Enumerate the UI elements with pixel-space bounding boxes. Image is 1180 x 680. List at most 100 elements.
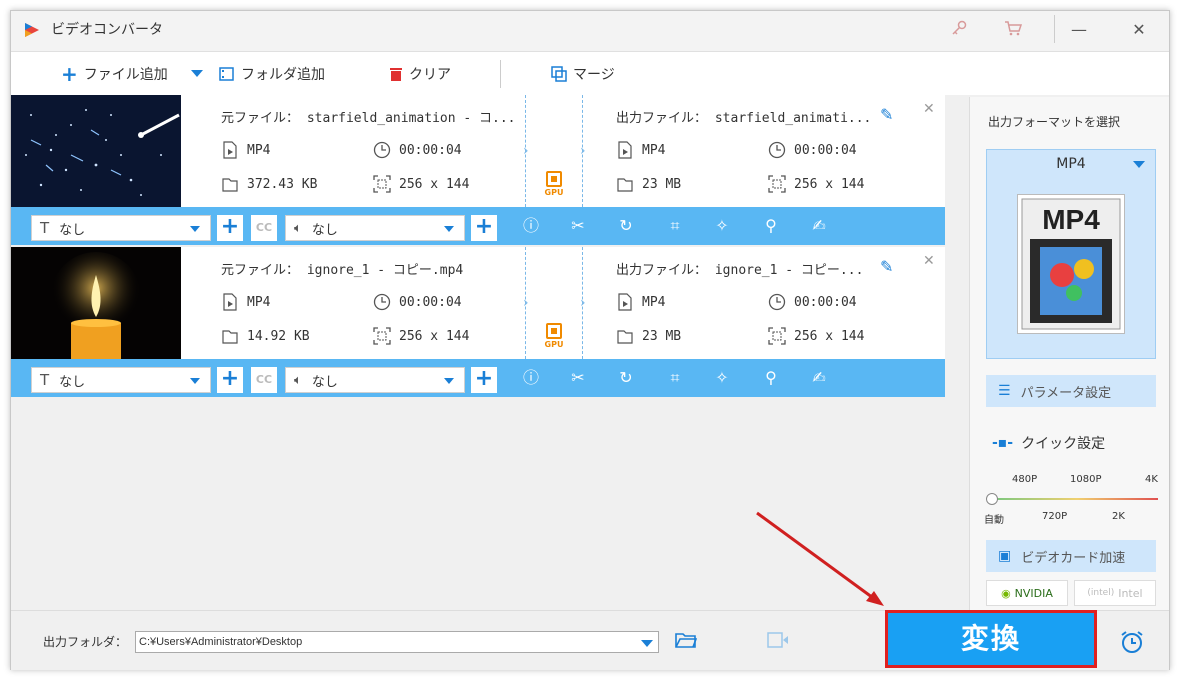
convert-button[interactable]: 変換 xyxy=(885,610,1097,668)
app-window: ビデオコンバータ — ✕ + ファイル追加 フォルダ追加 クリア マージ 元ファ… xyxy=(10,10,1170,670)
rotate-icon[interactable]: ↻ xyxy=(616,216,636,236)
intel-badge[interactable]: (intel) Intel xyxy=(1074,580,1156,606)
close-button[interactable]: ✕ xyxy=(1119,15,1159,45)
speaker-icon: 🔈︎ xyxy=(294,372,302,388)
tick-480p: 480P xyxy=(1012,474,1038,485)
alarm-clock-icon[interactable] xyxy=(1119,629,1145,655)
edit-pencil-icon[interactable]: ✎ xyxy=(880,105,893,124)
output-file-title: 出力ファイル： starfield_animati... xyxy=(616,111,872,126)
arrow-right-icon: › xyxy=(523,143,529,159)
info-icon[interactable]: ⓘ xyxy=(521,368,541,388)
source-size: 372.43 KB xyxy=(221,175,317,193)
quality-slider-track[interactable] xyxy=(996,498,1158,500)
arrow-right-icon: › xyxy=(580,295,586,311)
cc-icon[interactable]: CC xyxy=(251,367,277,393)
output-format: MP4 xyxy=(616,141,665,159)
video-file-icon xyxy=(223,141,237,159)
source-format: MP4 xyxy=(221,293,270,311)
cc-icon[interactable]: CC xyxy=(251,215,277,241)
tick-4k: 4K xyxy=(1145,474,1158,485)
video-thumbnail xyxy=(11,95,181,207)
nvidia-label: NVIDIA xyxy=(1014,586,1053,600)
add-audio-button[interactable]: + xyxy=(471,367,497,393)
text-icon: T xyxy=(40,371,50,389)
app-title: ビデオコンバータ xyxy=(51,22,163,38)
add-file-label: ファイル追加 xyxy=(83,67,168,83)
audio-select[interactable]: 🔈︎ なし xyxy=(285,215,465,241)
close-icon[interactable]: ✕ xyxy=(923,101,935,117)
tick-1080p: 1080P xyxy=(1070,474,1102,485)
add-folder-button[interactable]: フォルダ追加 xyxy=(219,64,325,84)
effects-wand-icon[interactable]: ✧ xyxy=(712,368,732,388)
merge-label: マージ xyxy=(573,67,615,83)
app-logo-icon xyxy=(25,23,39,37)
scissors-icon[interactable]: ✂ xyxy=(568,368,588,388)
output-duration: 00:00:04 xyxy=(768,293,857,311)
add-subtitle-button[interactable]: + xyxy=(217,215,243,241)
gpu-icon: GPU xyxy=(542,323,566,349)
chevron-down-icon[interactable] xyxy=(641,640,653,647)
slider-icon: -▪- xyxy=(992,435,1014,451)
arrow-right-icon: › xyxy=(523,295,529,311)
watermark-stamp-icon[interactable]: ⚲ xyxy=(761,216,781,236)
chip-icon: ▣ xyxy=(998,548,1012,564)
rotate-icon[interactable]: ↻ xyxy=(616,368,636,388)
resolution-icon xyxy=(768,175,786,193)
file-size-icon xyxy=(222,178,238,192)
merge-button[interactable]: マージ xyxy=(551,64,615,84)
effects-wand-icon[interactable]: ✧ xyxy=(712,216,732,236)
minimize-button[interactable]: — xyxy=(1059,15,1099,45)
scissors-icon[interactable]: ✂ xyxy=(568,216,588,236)
close-icon[interactable]: ✕ xyxy=(923,253,935,269)
format-selector[interactable]: MP4 MP4 xyxy=(986,149,1156,359)
parameter-settings-button[interactable]: ☰ パラメータ設定 xyxy=(986,375,1156,407)
nvidia-badge[interactable]: ◉ NVIDIA xyxy=(986,580,1068,606)
add-subtitle-button[interactable]: + xyxy=(217,367,243,393)
add-audio-button[interactable]: + xyxy=(471,215,497,241)
subtitle-select[interactable]: T なし xyxy=(31,367,211,393)
output-size: 23 MB xyxy=(616,327,681,345)
edit-subtitle-icon[interactable]: ✍ xyxy=(809,216,829,236)
merge-output-icon[interactable] xyxy=(767,631,791,653)
merge-icon xyxy=(551,66,567,82)
add-file-button[interactable]: + ファイル追加 xyxy=(61,64,168,84)
quality-slider-handle[interactable] xyxy=(986,493,998,505)
audio-select[interactable]: 🔈︎ なし xyxy=(285,367,465,393)
output-duration: 00:00:04 xyxy=(768,141,857,159)
source-resolution: 256 x 144 xyxy=(373,175,469,193)
title-separator xyxy=(1054,15,1055,43)
format-name: MP4 xyxy=(1056,156,1086,172)
task-item[interactable]: 元ファイル： ignore_1 - コピー.mp4 MP4 00:00:04 1… xyxy=(11,247,945,397)
task-list: 元ファイル： starfield_animation - コ... MP4 00… xyxy=(11,95,961,610)
chevron-down-icon xyxy=(190,378,200,384)
info-icon[interactable]: ⓘ xyxy=(521,216,541,236)
add-folder-label: フォルダ追加 xyxy=(241,67,325,83)
edit-subtitle-icon[interactable]: ✍ xyxy=(809,368,829,388)
clock-icon xyxy=(768,293,786,311)
watermark-stamp-icon[interactable]: ⚲ xyxy=(761,368,781,388)
subtitle-select[interactable]: T なし xyxy=(31,215,211,241)
edit-pencil-icon[interactable]: ✎ xyxy=(880,257,893,276)
toolbar: + ファイル追加 フォルダ追加 クリア マージ xyxy=(11,51,1169,95)
clear-label: クリア xyxy=(409,67,451,83)
chevron-down-icon xyxy=(444,226,454,232)
key-icon[interactable] xyxy=(945,17,973,45)
plus-icon: + xyxy=(61,62,78,86)
task-item[interactable]: 元ファイル： starfield_animation - コ... MP4 00… xyxy=(11,95,945,245)
quick-settings-label: クイック設定 xyxy=(1021,436,1106,452)
task-toolbar: T なし + CC 🔈︎ なし + ⓘ ✂ ↻ ⌗ ✧ ⚲ ✍ xyxy=(11,359,945,397)
clear-button[interactable]: クリア xyxy=(389,64,451,84)
sliders-icon: ☰ xyxy=(998,383,1011,399)
quick-settings-header: -▪- クイック設定 xyxy=(992,433,1105,453)
gpu-acceleration-button[interactable]: ▣ ビデオカード加速 xyxy=(986,540,1156,572)
open-folder-icon[interactable] xyxy=(675,631,699,653)
output-format: MP4 xyxy=(616,293,665,311)
toolbar-separator xyxy=(500,60,501,88)
crop-icon[interactable]: ⌗ xyxy=(665,368,685,388)
crop-icon[interactable]: ⌗ xyxy=(665,216,685,236)
chevron-down-icon xyxy=(190,226,200,232)
output-path-input[interactable]: C:¥Users¥Administrator¥Desktop xyxy=(135,631,659,653)
resolution-icon xyxy=(373,327,391,345)
cart-icon[interactable] xyxy=(999,17,1027,45)
add-file-dropdown[interactable] xyxy=(191,70,203,77)
